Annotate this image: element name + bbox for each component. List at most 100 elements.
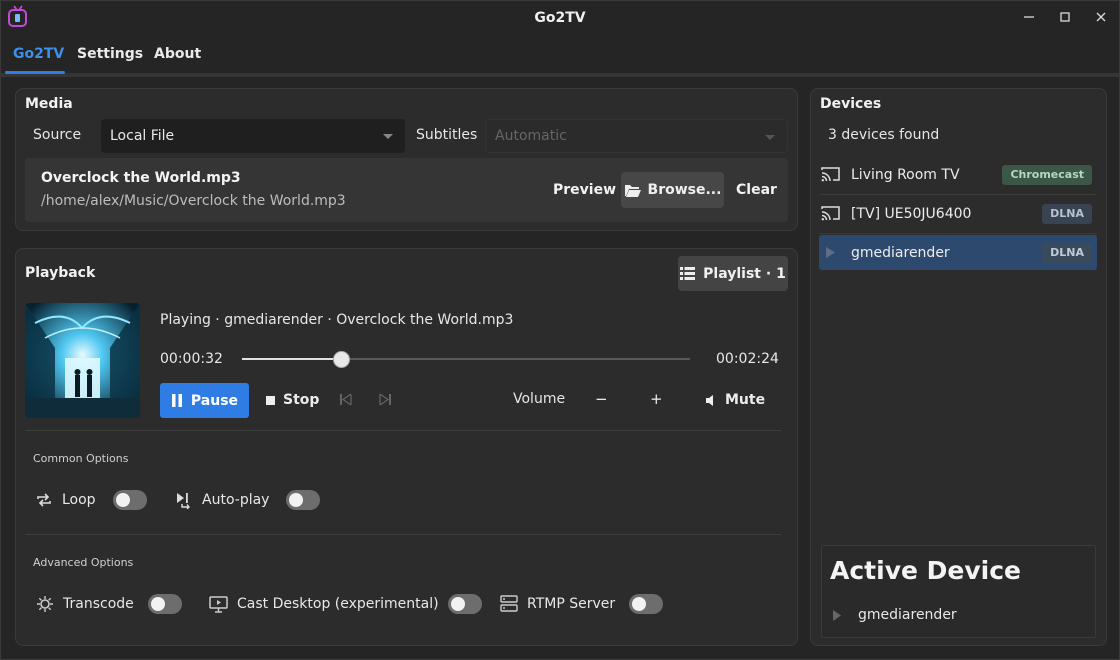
tab-bar: Go2TV Settings About: [1, 37, 1119, 77]
app-window: Go2TV Go2TV Settings About Media Source …: [0, 0, 1120, 660]
media-title: Media: [25, 96, 73, 112]
device-type-badge: Chromecast: [1002, 164, 1092, 185]
autoplay-toggle[interactable]: [286, 490, 321, 510]
tab-settings[interactable]: Settings: [77, 46, 143, 62]
tab-about[interactable]: About: [154, 46, 201, 62]
window-title: Go2TV: [534, 10, 586, 26]
device-name: [TV] UE50JU6400: [851, 205, 972, 222]
divider: [25, 430, 781, 431]
divider: [819, 194, 1097, 195]
maximize-icon: [1060, 12, 1070, 22]
close-button[interactable]: [1083, 1, 1119, 33]
playlist-label: Playlist · 1: [703, 265, 786, 282]
device-name: Living Room TV: [851, 166, 960, 183]
chevron-down-icon: [765, 135, 775, 140]
loop-label: Loop: [62, 492, 96, 508]
tab-go2tv[interactable]: Go2TV: [13, 46, 64, 62]
file-path: /home/alex/Music/Overclock the World.mp3: [41, 193, 346, 209]
source-select-value: Local File: [110, 128, 175, 144]
now-playing-text: Playing · gmediarender · Overclock the W…: [160, 312, 514, 328]
autoplay-option: Auto-play: [176, 490, 321, 510]
stop-button[interactable]: Stop: [265, 392, 319, 408]
device-row-gmediarender[interactable]: gmediarender DLNA: [819, 235, 1097, 270]
cast-desktop-option: Cast Desktop (experimental): [209, 594, 482, 614]
cast-desktop-toggle[interactable]: [447, 594, 482, 614]
minimize-button[interactable]: [1011, 1, 1047, 33]
devices-title: Devices: [820, 96, 882, 112]
clear-button[interactable]: Clear: [736, 182, 777, 198]
loop-option: Loop: [35, 490, 147, 510]
window-controls: [1011, 1, 1119, 33]
subtitles-label: Subtitles: [416, 127, 478, 143]
loop-toggle[interactable]: [112, 490, 147, 510]
device-type-badge: DLNA: [1042, 203, 1092, 224]
chevron-down-icon: [383, 134, 393, 139]
device-row-living-room-tv[interactable]: Living Room TV Chromecast: [819, 157, 1097, 192]
cast-icon: [821, 167, 840, 182]
maximize-button[interactable]: [1047, 1, 1083, 33]
pause-label: Pause: [190, 392, 239, 409]
mute-label: Mute: [725, 392, 766, 408]
transcode-toggle[interactable]: [147, 594, 182, 614]
device-name: gmediarender: [851, 244, 950, 261]
autoplay-icon: [177, 492, 190, 509]
previous-button[interactable]: [340, 394, 352, 405]
browse-button[interactable]: Browse...: [621, 172, 724, 208]
divider: [819, 233, 1097, 234]
advanced-options-title: Advanced Options: [33, 556, 134, 569]
album-cover: [25, 303, 140, 418]
title-bar: Go2TV: [1, 1, 1119, 35]
browse-label: Browse...: [647, 182, 722, 198]
server-icon: [500, 595, 518, 612]
devices-count: 3 devices found: [828, 127, 940, 143]
transcode-option: Transcode: [36, 594, 182, 614]
active-device-title: Active Device: [830, 556, 1021, 585]
list-icon: [680, 267, 696, 280]
subtitles-select-value: Automatic: [495, 128, 567, 144]
stop-label: Stop: [283, 392, 320, 408]
rtmp-toggle[interactable]: [629, 594, 664, 614]
divider: [25, 534, 781, 535]
rtmp-label: RTMP Server: [527, 596, 616, 612]
pause-icon: [171, 394, 182, 407]
preview-button[interactable]: Preview: [553, 182, 616, 198]
desktop-icon: [209, 595, 228, 613]
volume-label: Volume: [513, 391, 566, 407]
volume-up-button[interactable]: +: [650, 390, 663, 408]
repeat-icon: [37, 493, 51, 507]
active-device-name: gmediarender: [858, 607, 957, 623]
file-name: Overclock the World.mp3: [41, 170, 241, 186]
minimize-icon: [1024, 16, 1034, 18]
active-tab-indicator: [5, 71, 65, 74]
playlist-button[interactable]: Playlist · 1: [678, 256, 788, 291]
rtmp-option: RTMP Server: [500, 594, 664, 614]
skip-previous-icon: [340, 394, 352, 405]
cast-icon: [821, 206, 840, 221]
close-icon: [1096, 12, 1106, 22]
playback-title: Playback: [25, 265, 96, 281]
device-row-ue50ju6400[interactable]: [TV] UE50JU6400 DLNA: [819, 196, 1097, 231]
skip-next-icon: [379, 394, 391, 405]
folder-open-icon: [624, 184, 641, 197]
stop-icon: [266, 395, 275, 405]
volume-down-button[interactable]: −: [595, 390, 608, 408]
transcode-label: Transcode: [63, 596, 134, 612]
time-elapsed: 00:00:32: [160, 351, 223, 367]
mute-button[interactable]: Mute: [705, 392, 765, 408]
transcode-icon: [37, 596, 53, 612]
app-logo-icon: [8, 5, 27, 27]
progress-fill: [242, 358, 342, 360]
subtitles-select[interactable]: Automatic: [485, 119, 788, 153]
device-type-badge: DLNA: [1042, 242, 1092, 263]
play-arrow-icon: [833, 610, 841, 621]
common-options-title: Common Options: [33, 452, 129, 465]
source-select[interactable]: Local File: [101, 119, 405, 153]
pause-button[interactable]: Pause: [160, 383, 249, 418]
next-button[interactable]: [379, 394, 391, 405]
time-total: 00:02:24: [716, 351, 779, 367]
play-arrow-icon: [826, 247, 835, 258]
source-label: Source: [33, 127, 82, 143]
cast-desktop-label: Cast Desktop (experimental): [237, 596, 439, 612]
speaker-icon: [706, 394, 713, 406]
autoplay-label: Auto-play: [202, 492, 270, 508]
